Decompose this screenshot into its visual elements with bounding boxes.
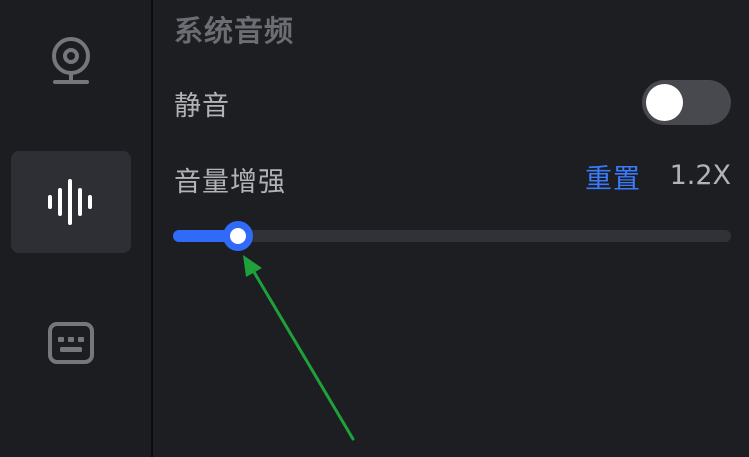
volume-boost-slider-thumb[interactable] [223,221,254,251]
volume-boost-label: 音量增强 [174,167,286,198]
mute-label: 静音 [174,91,230,122]
audio-waveform-icon [48,179,92,225]
reset-button[interactable]: 重置 [585,157,641,196]
app-window: 系统音频 静音 音量增强 重置 1.2X [0,0,749,457]
audio-settings-panel: 系统音频 静音 音量增强 重置 1.2X [153,0,749,457]
volume-boost-value: 1.2X [669,160,731,191]
sidebar-item-camera[interactable] [11,10,131,112]
section-title: 系统音频 [174,14,295,48]
sidebar-item-keyboard[interactable] [11,292,131,394]
mute-toggle-knob [646,84,683,121]
volume-boost-slider[interactable] [173,221,731,251]
mute-toggle[interactable] [642,80,731,125]
webcam-icon [52,37,90,84]
sidebar [0,0,151,457]
sidebar-item-audio[interactable] [11,151,131,253]
keyboard-icon [48,322,94,364]
